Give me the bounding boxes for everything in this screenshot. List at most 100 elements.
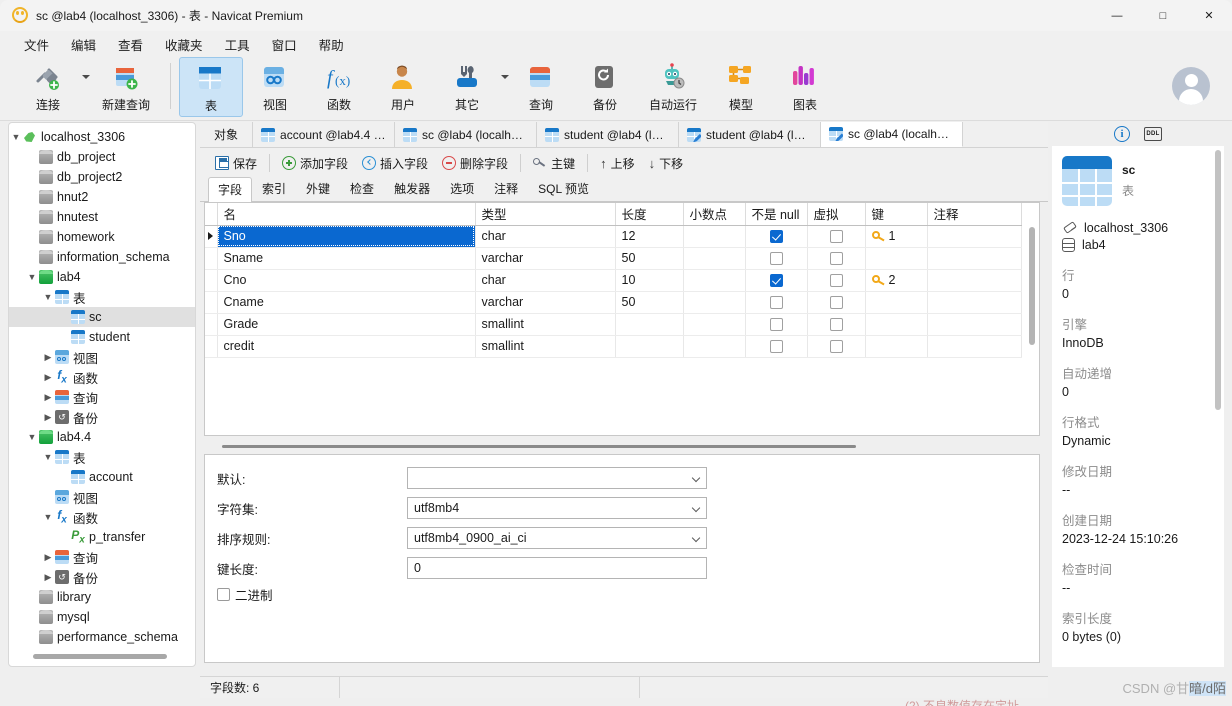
tree-item-[interactable]: ▶查询 xyxy=(9,547,195,567)
document-tab-3[interactable]: student @lab4 (loca... xyxy=(679,122,821,147)
grid-column-header[interactable]: 注释 xyxy=(927,203,1021,225)
field-key-cell[interactable]: 2 xyxy=(865,269,927,291)
virtual-checkbox[interactable] xyxy=(830,340,843,353)
tree-item-lab4[interactable]: ▼lab4 xyxy=(9,267,195,287)
avatar[interactable] xyxy=(1172,67,1210,105)
notnull-checkbox[interactable] xyxy=(770,230,783,243)
virtual-checkbox[interactable] xyxy=(830,274,843,287)
field-notnull-cell[interactable] xyxy=(745,291,807,313)
virtual-checkbox[interactable] xyxy=(830,252,843,265)
field-comment-cell[interactable] xyxy=(927,225,1021,247)
chevron-right-icon[interactable]: ▶ xyxy=(41,552,55,563)
toolbar-button-automation-robot[interactable]: 自动运行 xyxy=(637,57,709,117)
toolbar-button-user[interactable]: 用户 xyxy=(371,57,435,117)
scrollbar-thumb[interactable] xyxy=(33,654,167,659)
menu-item-2[interactable]: 查看 xyxy=(108,32,153,57)
grid-column-header[interactable]: 小数点 xyxy=(683,203,745,225)
grid-column-header[interactable]: 类型 xyxy=(475,203,615,225)
document-tab-2[interactable]: student @lab4 (loca... xyxy=(537,122,679,147)
notnull-checkbox[interactable] xyxy=(770,318,783,331)
chevron-down-icon[interactable]: ▼ xyxy=(41,452,55,462)
tree-item-information_schema[interactable]: information_schema xyxy=(9,247,195,267)
subtab-7[interactable]: SQL 预览 xyxy=(528,176,599,201)
table-row[interactable]: Gradesmallint xyxy=(205,313,1021,335)
field-name-cell[interactable]: Sname xyxy=(217,247,475,269)
field-length-cell[interactable] xyxy=(615,335,683,357)
document-tab-1[interactable]: sc @lab4 (localhost... xyxy=(395,122,537,147)
field-notnull-cell[interactable] xyxy=(745,313,807,335)
notnull-checkbox[interactable] xyxy=(770,274,783,287)
tree-item-hnut2[interactable]: hnut2 xyxy=(9,187,195,207)
grid-column-header[interactable]: 键 xyxy=(865,203,927,225)
toolbar-button-query[interactable]: 查询 xyxy=(509,57,573,117)
field-decimals-cell[interactable] xyxy=(683,291,745,313)
charset-select[interactable]: utf8mb4 xyxy=(407,497,707,519)
toolbar-button-new-query[interactable]: 新建查询 xyxy=(90,57,162,117)
move-down-button[interactable]: ↓下移 xyxy=(642,152,691,175)
toolbar-button-table[interactable]: 表 xyxy=(179,57,243,117)
field-key-cell[interactable] xyxy=(865,313,927,335)
info-icon[interactable]: i xyxy=(1114,126,1130,142)
menu-item-4[interactable]: 工具 xyxy=(215,32,260,57)
toolbar-button-view[interactable]: 视图 xyxy=(243,57,307,117)
toolbar-button-connection[interactable]: 连接 xyxy=(16,57,80,117)
toolbar-button-others-tools[interactable]: 其它 xyxy=(435,57,499,117)
notnull-checkbox[interactable] xyxy=(770,340,783,353)
chevron-right-icon[interactable]: ▶ xyxy=(41,412,55,423)
field-type-cell[interactable]: smallint xyxy=(475,335,615,357)
tree-item-[interactable]: ▶视图 xyxy=(9,347,195,367)
tree-item-mysql[interactable]: mysql xyxy=(9,607,195,627)
chevron-right-icon[interactable]: ▶ xyxy=(41,352,55,363)
field-notnull-cell[interactable] xyxy=(745,225,807,247)
field-comment-cell[interactable] xyxy=(927,269,1021,291)
tree-item-db_project2[interactable]: db_project2 xyxy=(9,167,195,187)
chevron-down-icon[interactable]: ▼ xyxy=(9,132,23,142)
ddl-icon[interactable]: DDL xyxy=(1144,127,1162,141)
subtab-6[interactable]: 注释 xyxy=(484,176,528,201)
sidebar-horizontal-scrollbar[interactable] xyxy=(9,650,196,662)
field-decimals-cell[interactable] xyxy=(683,335,745,357)
tree-item-[interactable]: ▼表 xyxy=(9,447,195,467)
virtual-checkbox[interactable] xyxy=(830,296,843,309)
field-comment-cell[interactable] xyxy=(927,291,1021,313)
move-up-button[interactable]: ↑上移 xyxy=(593,152,642,175)
chevron-right-icon[interactable]: ▶ xyxy=(41,392,55,403)
chevron-down-icon[interactable]: ▼ xyxy=(41,292,55,302)
tree-item-lab44[interactable]: ▼lab4.4 xyxy=(9,427,195,447)
field-key-cell[interactable] xyxy=(865,247,927,269)
field-decimals-cell[interactable] xyxy=(683,247,745,269)
default-value-select[interactable] xyxy=(407,467,707,489)
field-virtual-cell[interactable] xyxy=(807,269,865,291)
menu-item-5[interactable]: 窗口 xyxy=(262,32,307,57)
grid-column-header[interactable]: 名 xyxy=(217,203,475,225)
scrollbar-thumb[interactable] xyxy=(1029,227,1035,345)
menu-item-3[interactable]: 收藏夹 xyxy=(155,32,213,57)
table-row[interactable]: Snamevarchar50 xyxy=(205,247,1021,269)
field-comment-cell[interactable] xyxy=(927,313,1021,335)
subtab-5[interactable]: 选项 xyxy=(440,176,484,201)
subtab-4[interactable]: 触发器 xyxy=(384,176,440,201)
field-type-cell[interactable]: varchar xyxy=(475,291,615,313)
field-comment-cell[interactable] xyxy=(927,247,1021,269)
tree-item-homework[interactable]: homework xyxy=(9,227,195,247)
field-name-cell[interactable]: Cno xyxy=(217,269,475,291)
tree-item-student[interactable]: student xyxy=(9,327,195,347)
tree-item-performance_schema[interactable]: performance_schema xyxy=(9,627,195,647)
chevron-right-icon[interactable]: ▶ xyxy=(41,572,55,583)
tree-item-[interactable]: 视图 xyxy=(9,487,195,507)
field-name-cell[interactable]: Sno xyxy=(217,225,475,247)
field-type-cell[interactable]: char xyxy=(475,225,615,247)
field-name-cell[interactable]: credit xyxy=(217,335,475,357)
splitter-grip[interactable] xyxy=(222,445,856,448)
tree-item-[interactable]: ▶fx函数 xyxy=(9,367,195,387)
tree-item-[interactable]: ▶↺备份 xyxy=(9,407,195,427)
chevron-down-icon[interactable]: ▼ xyxy=(25,272,39,282)
field-type-cell[interactable]: varchar xyxy=(475,247,615,269)
field-name-cell[interactable]: Cname xyxy=(217,291,475,313)
field-notnull-cell[interactable] xyxy=(745,247,807,269)
field-length-cell[interactable]: 50 xyxy=(615,291,683,313)
save-button[interactable]: 保存 xyxy=(208,152,264,175)
chevron-down-icon[interactable] xyxy=(501,75,509,79)
field-decimals-cell[interactable] xyxy=(683,269,745,291)
chevron-down-icon[interactable]: ▼ xyxy=(25,432,39,442)
